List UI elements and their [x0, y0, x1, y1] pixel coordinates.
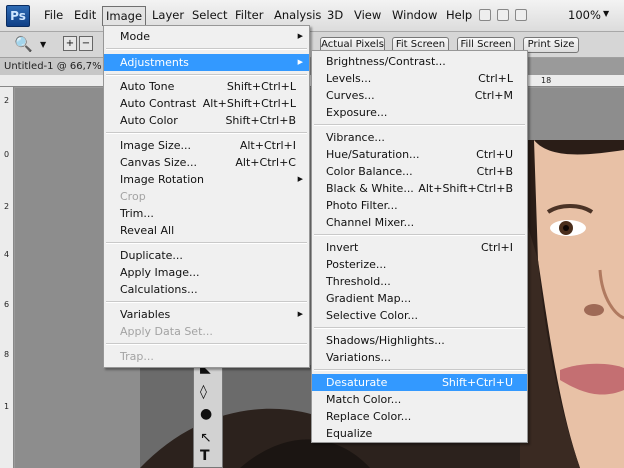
chevron-down-icon[interactable]: ▼ [603, 9, 609, 18]
menu-separator [106, 343, 307, 345]
menu-item-apply-image[interactable]: Apply Image... [104, 264, 309, 281]
menu-separator [314, 369, 525, 371]
dodge-icon[interactable]: ● [200, 406, 212, 422]
menu-item-brightness-contrast[interactable]: Brightness/Contrast... [312, 53, 527, 70]
image-menu: Mode ▶ Adjustments ▶ Auto Tone Shift+Ctrl+L… [103, 25, 310, 368]
chevron-down-icon[interactable]: ▼ [40, 40, 46, 49]
type-tool-icon[interactable]: T [200, 448, 210, 464]
ruler-label: 6 [4, 300, 10, 309]
menu-item-variables[interactable]: Variables ▶ [104, 306, 309, 323]
menu-analysis[interactable]: Analysis [271, 8, 324, 25]
menu-item-apply-data-set: Apply Data Set... [120, 325, 213, 338]
menu-item-replace-color[interactable]: Replace Color... [312, 408, 527, 425]
menu-help[interactable]: Help [443, 8, 475, 25]
menu-item-variations[interactable]: Variations... [312, 349, 527, 366]
menu-item-channel-mixer[interactable]: Channel Mixer... [312, 214, 527, 231]
vertical-ruler: 2 0 2 4 6 8 1 [0, 87, 14, 468]
menu-item-gradient-map[interactable]: Gradient Map... [312, 290, 527, 307]
menu-separator [106, 48, 307, 50]
menu-item-canvas-size[interactable]: Canvas Size... Alt+Ctrl+C [104, 154, 309, 171]
ruler-label: 8 [4, 350, 10, 359]
menu-item-photo-filter[interactable]: Photo Filter... [312, 197, 527, 214]
menu-item-image-size[interactable]: Image Size... Alt+Ctrl+I [104, 137, 309, 154]
print-size-button[interactable]: Print Size [523, 37, 579, 53]
photoshop-logo: Ps [6, 5, 30, 27]
menu-item-adjustments[interactable]: Adjustments ▶ [104, 54, 309, 71]
menu-image[interactable]: Image [102, 6, 147, 26]
menu-file[interactable]: File [41, 8, 66, 25]
menu-item-desaturate[interactable]: Desaturate Shift+Ctrl+U [312, 374, 527, 391]
menu-item-auto-color[interactable]: Auto Color Shift+Ctrl+B [104, 112, 309, 129]
ruler-label: 2 [4, 202, 10, 211]
menu-item-vibrance[interactable]: Vibrance... [312, 129, 527, 146]
menu-item-image-rotation[interactable]: Image Rotation ▶ [104, 171, 309, 188]
menu-item-calculations[interactable]: Calculations... [104, 281, 309, 298]
menu-layer[interactable]: Layer [149, 8, 187, 25]
menu-item-trim[interactable]: Trim... [104, 205, 309, 222]
menu-bar: Ps File Edit Image Layer Select Filter A… [0, 0, 624, 32]
menu-item-posterize[interactable]: Posterize... [312, 256, 527, 273]
menu-item-threshold[interactable]: Threshold... [312, 273, 527, 290]
ruler-label: 4 [4, 250, 10, 259]
zoom-in-icon[interactable]: + [63, 36, 77, 51]
menu-item-color-balance[interactable]: Color Balance... Ctrl+B [312, 163, 527, 180]
menu-item-invert[interactable]: Invert Ctrl+I [312, 239, 527, 256]
arrange-documents-icon[interactable] [515, 9, 527, 21]
menu-view[interactable]: View [351, 8, 384, 25]
ruler-label: 1 [4, 402, 10, 411]
menu-separator [314, 234, 525, 236]
menu-select[interactable]: Select [189, 8, 230, 25]
menu-separator [314, 124, 525, 126]
zoom-level[interactable]: 100% [568, 8, 601, 22]
menu-item-black-white[interactable]: Black & White... Alt+Shift+Ctrl+B [312, 180, 527, 197]
menu-item-auto-contrast[interactable]: Auto Contrast Alt+Shift+Ctrl+L [104, 95, 309, 112]
menu-separator [106, 242, 307, 244]
view-extras-icon[interactable] [497, 9, 509, 21]
submenu-arrow-icon: ▶ [297, 58, 303, 66]
blur-icon[interactable]: ◊ [200, 384, 207, 400]
menu-filter[interactable]: Filter [232, 8, 266, 25]
menu-item-crop: Crop [120, 190, 146, 203]
adjustments-submenu: Brightness/Contrast... Levels... Ctrl+L C… [311, 50, 528, 443]
ruler-label: 0 [4, 150, 10, 159]
launch-bridge-icon[interactable] [479, 9, 491, 21]
menu-item-equalize[interactable]: Equalize [312, 425, 527, 442]
menu-item-shadows-highlights[interactable]: Shadows/Highlights... [312, 332, 527, 349]
path-selection-icon[interactable]: ↖ [200, 430, 212, 446]
menu-item-selective-color[interactable]: Selective Color... [312, 307, 527, 324]
menu-separator [106, 301, 307, 303]
menu-edit[interactable]: Edit [71, 8, 99, 25]
menu-window[interactable]: Window [389, 8, 440, 25]
menu-separator [106, 132, 307, 134]
menu-item-duplicate[interactable]: Duplicate... [104, 247, 309, 264]
photo-face [520, 140, 624, 468]
zoom-out-icon[interactable]: − [79, 36, 93, 51]
toolbox: ◣ ◊ ● ↖ T [193, 355, 223, 468]
ruler-label: 2 [4, 96, 10, 105]
menu-separator [314, 327, 525, 329]
menu-separator [106, 74, 307, 76]
zoom-tool-icon[interactable]: 🔍 [14, 35, 33, 53]
menu-item-curves[interactable]: Curves... Ctrl+M [312, 87, 527, 104]
menu-item-reveal-all[interactable]: Reveal All [104, 222, 309, 239]
submenu-arrow-icon: ▶ [297, 175, 303, 183]
submenu-arrow-icon: ▶ [297, 310, 303, 318]
menu-item-mode[interactable]: Mode ▶ [104, 28, 309, 45]
menu-item-levels[interactable]: Levels... Ctrl+L [312, 70, 527, 87]
menu-item-exposure[interactable]: Exposure... [312, 104, 527, 121]
menu-item-match-color[interactable]: Match Color... [312, 391, 527, 408]
menu-item-hue-saturation[interactable]: Hue/Saturation... Ctrl+U [312, 146, 527, 163]
ruler-label: 18 [541, 76, 552, 85]
menu-3d[interactable]: 3D [324, 8, 346, 25]
menu-item-auto-tone[interactable]: Auto Tone Shift+Ctrl+L [104, 78, 309, 95]
submenu-arrow-icon: ▶ [297, 32, 303, 40]
menu-item-trap: Trap... [120, 350, 154, 363]
